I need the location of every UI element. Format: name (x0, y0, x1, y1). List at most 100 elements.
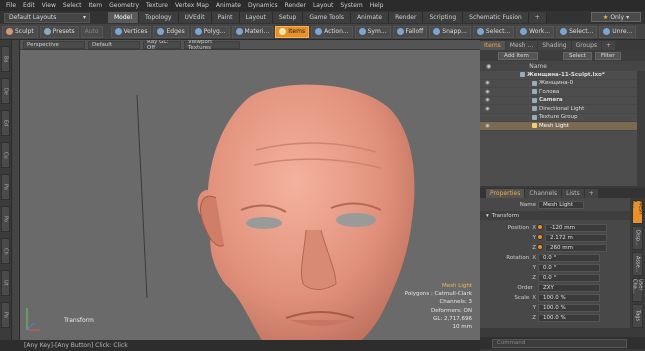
layout-tab-3[interactable]: Paint (211, 12, 240, 23)
layout-tab-6[interactable]: Game Tools (303, 12, 351, 23)
properties-tab-1[interactable]: Channels (525, 189, 562, 198)
menu-item-0[interactable]: File (6, 2, 16, 9)
menu-item-7[interactable]: Vertex Map (175, 2, 209, 9)
layout-tab-7[interactable]: Animate (350, 12, 390, 23)
animate-dot-icon[interactable] (537, 244, 543, 250)
left-strip-tab-7[interactable]: Ut (1, 270, 10, 296)
property-value-field[interactable]: 100.0 % (538, 293, 600, 302)
item-list-tab-3[interactable]: Groups (571, 41, 602, 50)
name-column-header[interactable]: Name (529, 63, 547, 70)
layout-tab-5[interactable]: Setup (272, 12, 304, 23)
menu-item-4[interactable]: Item (88, 2, 102, 9)
layout-tab-0[interactable]: Model (108, 12, 140, 23)
side-tab-0[interactable]: Mesh L... (632, 200, 644, 224)
left-strip-tab-1[interactable]: De (1, 78, 10, 104)
menu-item-5[interactable]: Geometry (109, 2, 139, 9)
falloff-button[interactable]: Falloff (392, 25, 428, 38)
menu-item-9[interactable]: Dynamics (248, 2, 278, 9)
sculpt-button[interactable]: Sculpt (2, 25, 38, 38)
materials-button[interactable]: Materi... (231, 25, 274, 38)
item-list-tab-1[interactable]: Mesh ... (505, 41, 538, 50)
item-list-scrollbar[interactable] (637, 71, 645, 186)
property-value-field[interactable]: ZXY (538, 283, 600, 292)
symmetry-button[interactable]: Sym... (354, 25, 391, 38)
side-tab-2[interactable]: Asse... (632, 252, 643, 276)
layout-tab-10[interactable]: Schematic Fusion (463, 12, 529, 23)
visibility-eye-icon[interactable]: ◉ (484, 123, 491, 129)
select-button[interactable]: Select (563, 51, 592, 60)
left-strip-tab-0[interactable]: Ba (1, 46, 10, 72)
left-strip-tab-4[interactable]: Pa (1, 174, 10, 200)
menu-item-10[interactable]: Render (285, 2, 306, 9)
left-strip-tab-5[interactable]: Po (1, 206, 10, 232)
unreal-button[interactable]: Unre... (599, 25, 637, 38)
menu-item-6[interactable]: Texture (146, 2, 168, 9)
item-list-tab-4[interactable]: + (602, 41, 616, 50)
add-item-button[interactable]: Add Item (498, 51, 538, 60)
left-strip-tab-2[interactable]: Ed (1, 110, 10, 136)
item-row[interactable]: ◉ Mesh Light (480, 122, 637, 131)
menu-item-3[interactable]: Select (63, 2, 82, 9)
menu-item-13[interactable]: Help (370, 2, 384, 9)
filter-button[interactable]: Filter (594, 51, 621, 60)
layout-select[interactable]: Default Layouts ▾ (4, 12, 90, 23)
left-strip-tab-8[interactable]: Pa (1, 302, 10, 328)
polygons-button[interactable]: Polyg... (190, 25, 230, 38)
3d-viewport[interactable]: Perspective Default Ray GL: Off Viewport… (20, 40, 480, 340)
menu-item-1[interactable]: Edit (23, 2, 35, 9)
transform-section-header[interactable]: ▾ Transform (480, 211, 630, 220)
visibility-eye-icon[interactable]: ◉ (484, 80, 491, 86)
name-field[interactable]: Mesh Light (538, 200, 584, 209)
item-list-tab-2[interactable]: Shading (538, 41, 571, 50)
property-value-field[interactable]: 100.0 % (538, 303, 600, 312)
item-row[interactable]: ◉ Женщина-0 (480, 80, 637, 88)
select-button-2[interactable]: Select... (556, 25, 598, 38)
only-toggle[interactable]: ★ Only ▾ (591, 12, 641, 22)
edges-button[interactable]: Edges (153, 25, 189, 38)
visibility-eye-icon[interactable]: ◉ (484, 97, 491, 103)
properties-tab-3[interactable]: + (584, 189, 598, 198)
layout-tab-1[interactable]: Topology (139, 12, 179, 23)
side-tab-1[interactable]: Disp... (632, 226, 643, 250)
property-value-field[interactable]: 260 mm (545, 243, 607, 252)
side-tab-3[interactable]: User Cha... (632, 278, 644, 302)
animate-dot-icon[interactable] (537, 234, 543, 240)
property-value-field[interactable]: 0.0 ° (538, 273, 600, 282)
item-row[interactable]: Женщина-11-Sculpt.lxo* (480, 71, 637, 80)
layout-tab-11[interactable]: + (528, 12, 547, 23)
property-value-field[interactable]: 2.172 m (545, 233, 607, 242)
visibility-eye-icon[interactable]: ◉ (484, 89, 491, 95)
menu-item-2[interactable]: View (42, 2, 56, 9)
items-button[interactable]: Items (275, 25, 310, 38)
work-plane-button[interactable]: Work... (516, 25, 555, 38)
select-button-1[interactable]: Select... (472, 25, 515, 38)
property-value-field[interactable]: -120 mm (545, 223, 607, 232)
property-value-field[interactable]: 0.0 ° (538, 263, 600, 272)
properties-tab-2[interactable]: Lists (562, 189, 584, 198)
layout-tab-2[interactable]: UVEdit (178, 12, 212, 23)
visibility-eye-icon[interactable]: ◉ (484, 106, 491, 112)
vertices-button[interactable]: Vertices (110, 25, 152, 38)
menu-item-11[interactable]: Layout (313, 2, 333, 9)
item-row[interactable]: Texture Group (480, 114, 637, 122)
left-strip-tab-6[interactable]: Ch (1, 238, 10, 264)
presets-button[interactable]: Presets (39, 25, 79, 38)
side-tab-4[interactable]: Tags (632, 304, 643, 328)
layout-tab-8[interactable]: Render (389, 12, 424, 23)
properties-tab-0[interactable]: Properties (486, 189, 525, 198)
snapping-button[interactable]: Snapp... (429, 25, 471, 38)
action-center-button[interactable]: Action... (311, 25, 353, 38)
menu-item-8[interactable]: Animate (216, 2, 241, 9)
menu-item-12[interactable]: System (340, 2, 362, 9)
property-value-field[interactable]: 0.0 ° (538, 253, 600, 262)
layout-tab-9[interactable]: Scripting (423, 12, 464, 23)
command-input[interactable]: Command (492, 338, 627, 348)
property-value-field[interactable]: 100.0 % (538, 313, 600, 322)
item-row[interactable]: ◉ Directional Light (480, 105, 637, 114)
layout-tab-4[interactable]: Layout (239, 12, 273, 23)
item-row[interactable]: ◉ Camera (480, 97, 637, 105)
item-list-tab-0[interactable]: Items (480, 41, 505, 50)
item-row[interactable]: ◉ Голова (480, 88, 637, 97)
left-strip-tab-3[interactable]: Cu (1, 142, 10, 168)
animate-dot-icon[interactable] (537, 224, 543, 230)
